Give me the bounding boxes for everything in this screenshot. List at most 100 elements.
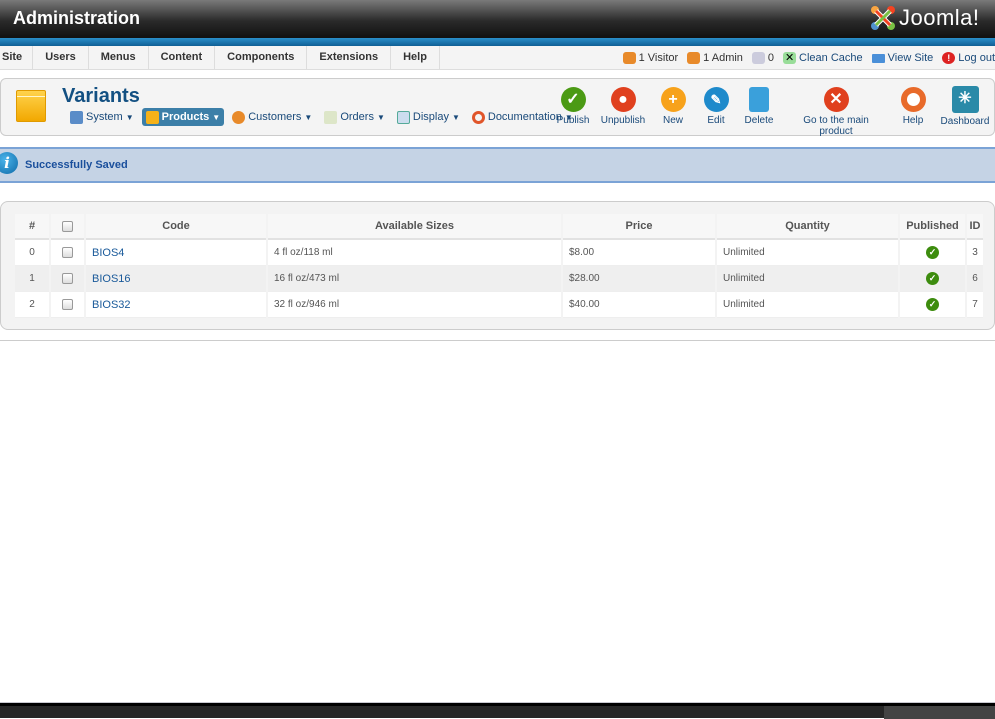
close-icon: ✕ — [823, 87, 849, 112]
row-select — [51, 292, 84, 318]
row-code-link[interactable]: BIOS32 — [86, 292, 266, 318]
row-code-link[interactable]: BIOS16 — [86, 266, 266, 292]
row-quantity: Unlimited — [717, 292, 898, 318]
messages-status[interactable]: 0 — [751, 52, 774, 64]
user-icon — [622, 52, 636, 64]
row-sizes: 32 fl oz/946 ml — [268, 292, 561, 318]
row-checkbox[interactable] — [62, 298, 73, 310]
row-code-link[interactable]: BIOS4 — [86, 240, 266, 266]
row-sizes: 16 fl oz/473 ml — [268, 266, 561, 292]
menu-extensions[interactable]: Extensions — [307, 46, 392, 70]
row-id: 7 — [967, 292, 983, 318]
edit-label: Edit — [707, 115, 725, 126]
row-published: ✓ — [900, 266, 965, 292]
col-quantity[interactable]: Quantity — [717, 214, 898, 240]
help-button[interactable]: Help — [898, 87, 928, 126]
bottom-bar — [0, 702, 995, 719]
select-all-checkbox[interactable] — [62, 220, 73, 232]
row-num: 1 — [15, 266, 49, 292]
publish-button[interactable]: ✓ Publish — [554, 87, 592, 126]
joomla-logo[interactable]: Joomla! — [870, 5, 980, 31]
app-title: Administration — [13, 8, 141, 28]
col-sizes[interactable]: Available Sizes — [268, 214, 561, 240]
row-price: $28.00 — [563, 266, 715, 292]
new-button[interactable]: + New — [656, 87, 690, 126]
col-price[interactable]: Price — [563, 214, 715, 240]
variants-panel: # Code Available Sizes Price Quantity Pu… — [0, 201, 995, 330]
view-site-label: View Site — [887, 52, 934, 64]
published-check-icon[interactable]: ✓ — [926, 246, 939, 259]
header-stripe — [0, 38, 995, 46]
row-select — [51, 266, 84, 292]
check-icon: ✓ — [560, 87, 586, 112]
edit-button[interactable]: ✎ Edit — [700, 87, 732, 126]
menu-site[interactable]: Site — [0, 46, 34, 70]
lifebuoy-icon — [900, 87, 926, 112]
col-num: # — [15, 214, 49, 240]
trash-icon — [749, 87, 769, 112]
dashboard-button[interactable]: ✳ Dashboard — [939, 86, 991, 127]
new-label: New — [662, 115, 683, 126]
unpublish-icon: ● — [610, 87, 636, 112]
menu-help[interactable]: Help — [391, 46, 440, 70]
mail-icon — [751, 52, 765, 64]
row-sizes: 4 fl oz/118 ml — [268, 240, 561, 266]
pencil-icon: ✎ — [703, 87, 729, 112]
table-row: 2 BIOS32 32 fl oz/946 ml $40.00 Unlimite… — [15, 292, 983, 318]
clean-cache-label: Clean Cache — [799, 52, 863, 64]
visitors-label: 1 Visitor — [638, 52, 679, 64]
view-site-link[interactable]: View Site — [871, 52, 934, 64]
logout-link[interactable]: ! Log out — [942, 52, 995, 64]
col-published[interactable]: Published — [900, 214, 965, 240]
row-price: $40.00 — [563, 292, 715, 318]
row-price: $8.00 — [563, 240, 715, 266]
admins-status[interactable]: 1 Admin — [687, 52, 743, 64]
row-checkbox[interactable] — [62, 272, 73, 284]
publish-label: Publish — [556, 115, 590, 126]
toolbar-panel: Variants System ▼ Products ▼ Customers ▼ Or… — [0, 78, 995, 137]
menu-components[interactable]: Components — [215, 46, 308, 70]
menu-content[interactable]: Content — [149, 46, 216, 70]
row-checkbox[interactable] — [62, 246, 73, 258]
status-bar: 1 Visitor 1 Admin 0 ✕ Clean Cache View Si… — [622, 46, 995, 70]
row-select — [51, 240, 84, 266]
menu-users[interactable]: Users — [33, 46, 89, 70]
row-id: 6 — [967, 266, 983, 292]
row-quantity: Unlimited — [717, 266, 898, 292]
col-id[interactable]: ID — [967, 214, 983, 240]
col-select-all — [51, 214, 84, 240]
admins-label: 1 Admin — [703, 52, 743, 64]
scrollbar[interactable] — [884, 706, 995, 719]
clean-cache-link[interactable]: ✕ Clean Cache — [783, 52, 863, 64]
help-label: Help — [902, 115, 924, 126]
unpublish-button[interactable]: ● Unpublish — [599, 87, 647, 126]
header-bar: Administration Joomla! — [0, 0, 995, 38]
published-check-icon[interactable]: ✓ — [926, 298, 939, 311]
row-num: 0 — [15, 240, 49, 266]
row-id: 3 — [967, 240, 983, 266]
row-published: ✓ — [900, 292, 965, 318]
menu-menus[interactable]: Menus — [89, 46, 149, 70]
col-code[interactable]: Code — [86, 214, 266, 240]
row-published: ✓ — [900, 240, 965, 266]
main-product-button[interactable]: ✕ Go to the main product — [786, 87, 886, 137]
variants-table: # Code Available Sizes Price Quantity Pu… — [13, 214, 985, 318]
table-row: 0 BIOS4 4 fl oz/118 ml $8.00 Unlimited ✓… — [15, 240, 983, 266]
row-quantity: Unlimited — [717, 240, 898, 266]
published-check-icon[interactable]: ✓ — [926, 272, 939, 285]
monitor-icon — [871, 53, 885, 63]
dashboard-icon: ✳ — [951, 86, 979, 113]
admin-icon — [687, 52, 701, 64]
delete-label: Delete — [744, 115, 774, 126]
logo-text: Joomla! — [899, 5, 980, 30]
delete-button[interactable]: Delete — [741, 87, 777, 126]
clean-cache-icon: ✕ — [783, 52, 797, 64]
main-product-label: Go to the main product — [803, 115, 869, 137]
visitors-status[interactable]: 1 Visitor — [622, 52, 679, 64]
table-row: 1 BIOS16 16 fl oz/473 ml $28.00 Unlimite… — [15, 266, 983, 292]
unpublish-label: Unpublish — [600, 115, 646, 126]
plus-icon: + — [660, 87, 686, 112]
joomla-logo-icon — [871, 6, 895, 30]
message-text: Successfully Saved — [25, 159, 128, 171]
logout-icon: ! — [942, 52, 956, 64]
